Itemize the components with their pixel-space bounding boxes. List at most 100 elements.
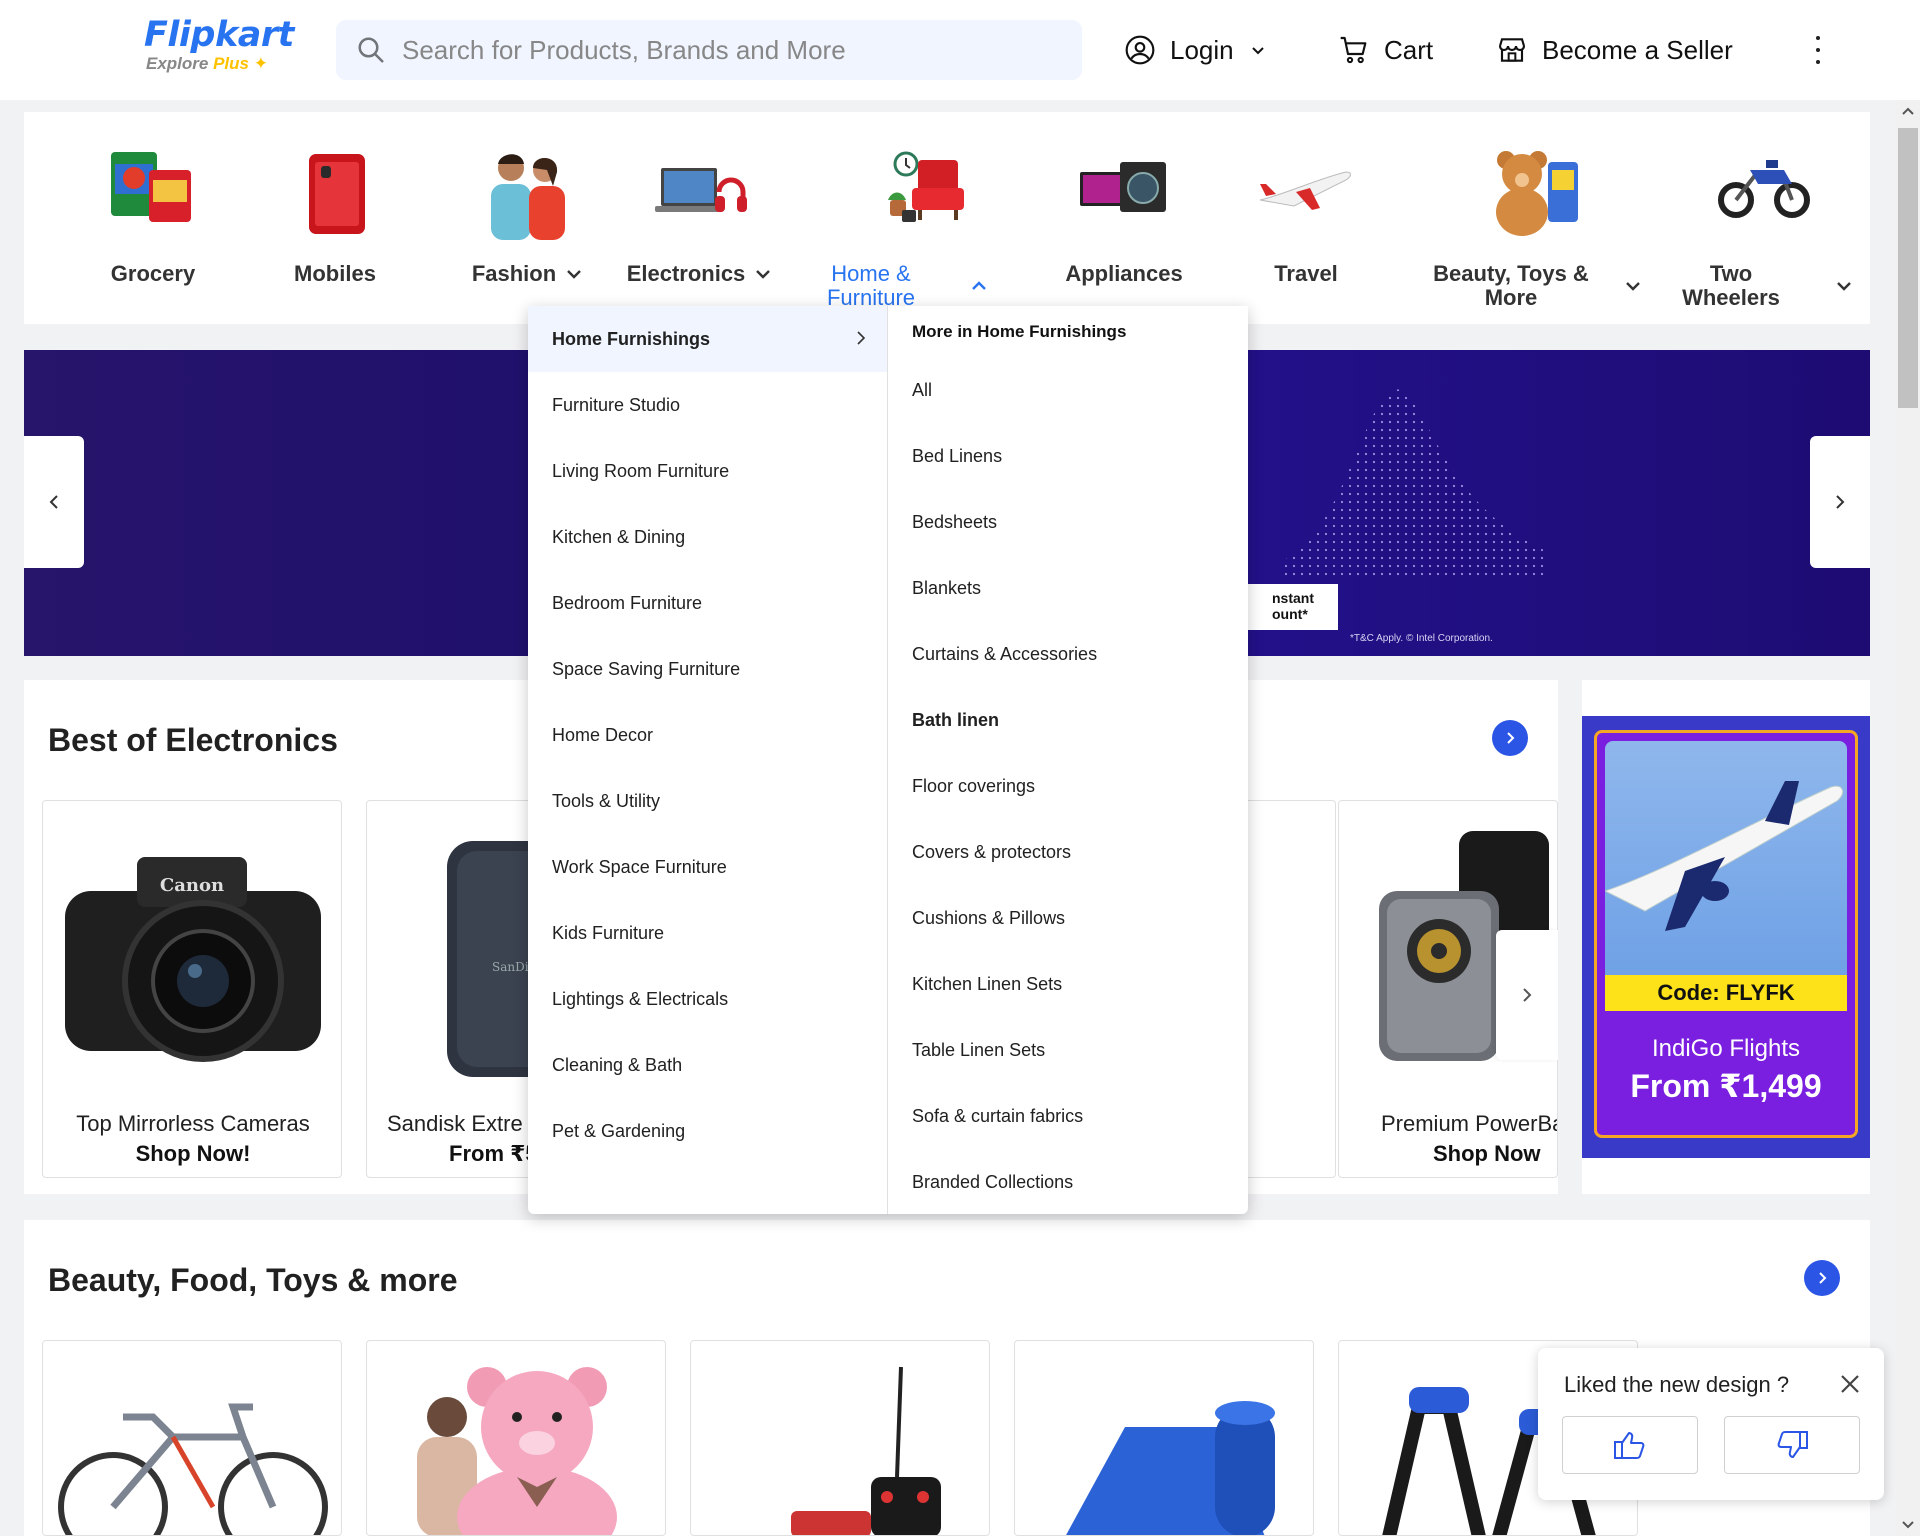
indigo-ad[interactable]: Code: FLYFK IndiGo Flights From ₹1,499 (1582, 680, 1870, 1194)
menu-item-label: Tools & Utility (552, 790, 661, 811)
category-label-text: Grocery (110, 261, 196, 286)
thumbs-down-icon (1777, 1431, 1808, 1458)
menu-item-label: Lightings & Electricals (552, 988, 729, 1009)
section-view-all-button[interactable] (1492, 720, 1528, 756)
yoga-mat-icon (1015, 1341, 1313, 1535)
menu-item-cleaning-bath[interactable]: Cleaning & Bath (528, 1032, 888, 1098)
submenu-item-cushions-pillows[interactable]: Cushions & Pillows (912, 908, 1065, 929)
category-mobiles[interactable]: Mobiles (260, 112, 410, 324)
product-card[interactable]: Canon Top Mirrorless Cameras Shop Now! (42, 800, 342, 1178)
search-input[interactable] (402, 34, 1042, 66)
menu-item-label: Furniture Studio (552, 394, 681, 415)
section-view-all-button[interactable] (1804, 1260, 1840, 1296)
submenu-item-curtains-accessories[interactable]: Curtains & Accessories (912, 644, 1097, 665)
chevron-up-icon (972, 281, 986, 290)
become-seller-button[interactable]: Become a Seller (1496, 30, 1733, 70)
mega-menu-divider (887, 306, 888, 1214)
chevron-down-icon (1626, 282, 1640, 291)
feedback-question: Liked the new design ? (1564, 1372, 1790, 1397)
menu-item-living-room-furniture[interactable]: Living Room Furniture (528, 438, 888, 504)
seller-label: Become a Seller (1542, 34, 1733, 65)
section-title: Best of Electronics (48, 722, 338, 758)
category-label-text: Two Wheelers (1682, 261, 1780, 310)
svg-text:Canon: Canon (160, 875, 224, 896)
carousel-next-button[interactable] (1496, 930, 1558, 1060)
menu-item-pet-gardening[interactable]: Pet & Gardening (528, 1098, 888, 1164)
submenu-item-floor-coverings[interactable]: Floor coverings (912, 776, 1035, 797)
submenu-item-covers-protectors[interactable]: Covers & protectors (912, 842, 1071, 863)
ad-headline: IndiGo Flights (1651, 1035, 1801, 1062)
search-icon[interactable] (356, 35, 386, 65)
page-scrollbar[interactable] (1896, 100, 1920, 1536)
cart-icon (1340, 36, 1367, 64)
menu-item-furniture-studio[interactable]: Furniture Studio (528, 372, 888, 438)
login-button[interactable]: Login (1124, 30, 1266, 70)
design-feedback-popup: Liked the new design ? (1538, 1348, 1884, 1500)
submenu-item-kitchen-linen-sets[interactable]: Kitchen Linen Sets (912, 974, 1062, 995)
ad-background: Code: FLYFK IndiGo Flights From ₹1,499 (1582, 716, 1870, 1158)
submenu-item-bath-linen[interactable]: Bath linen (912, 710, 999, 731)
menu-item-label: Home Furnishings (552, 328, 711, 349)
product-card[interactable] (42, 1340, 342, 1536)
banner-prev-button[interactable] (24, 436, 84, 568)
menu-item-home-furnishings[interactable]: Home Furnishings (528, 306, 888, 372)
thumbs-up-icon (1614, 1432, 1645, 1459)
category-label-text: Travel (1274, 261, 1338, 286)
logo-tagline-plus: Plus (213, 54, 249, 73)
armchair-icon (874, 140, 974, 240)
category-two-wheelers[interactable]: Two Wheelers (1664, 112, 1864, 324)
menu-item-kids-furniture[interactable]: Kids Furniture (528, 900, 888, 966)
category-label: Two Wheelers (1676, 262, 1852, 310)
category-fashion[interactable]: Fashion (432, 112, 622, 324)
thumbs-down-button[interactable] (1724, 1416, 1860, 1474)
search-bar[interactable] (336, 20, 1082, 80)
category-label: Beauty, Toys & More (1431, 262, 1641, 310)
motorcycle-icon (1714, 140, 1814, 240)
submenu-item-bed-linens[interactable]: Bed Linens (912, 446, 1002, 467)
menu-item-label: Kitchen & Dining (552, 526, 686, 547)
product-card[interactable] (1014, 1340, 1314, 1536)
close-icon[interactable] (1838, 1372, 1862, 1396)
category-beauty-toys[interactable]: Beauty, Toys & More (1416, 112, 1656, 324)
cart-label: Cart (1384, 34, 1434, 65)
submenu-heading: More in Home Furnishings (912, 322, 1127, 341)
login-label: Login (1170, 34, 1234, 65)
mega-menu-left-column: Home Furnishings Furniture Studio Living… (528, 306, 888, 1214)
menu-item-lightings-electricals[interactable]: Lightings & Electricals (528, 966, 888, 1032)
product-name: Premium PowerBa (1381, 1111, 1558, 1136)
submenu-item-blankets[interactable]: Blankets (912, 578, 981, 599)
product-cta: Shop Now! (135, 1141, 251, 1166)
submenu-item-all[interactable]: All (912, 380, 932, 401)
category-label: Fashion (472, 262, 582, 286)
submenu-item-branded-collections[interactable]: Branded Collections (912, 1172, 1073, 1193)
flipkart-logo[interactable]: Flipkart Explore Plus ✦ (144, 16, 294, 80)
menu-item-space-saving-furniture[interactable]: Space Saving Furniture (528, 636, 888, 702)
submenu-item-bedsheets[interactable]: Bedsheets (912, 512, 997, 533)
category-grocery[interactable]: Grocery (78, 112, 228, 324)
scroll-down-icon[interactable] (1901, 1518, 1915, 1532)
product-card[interactable] (366, 1340, 666, 1536)
submenu-item-sofa-curtain-fabrics[interactable]: Sofa & curtain fabrics (912, 1106, 1083, 1127)
category-label-text: Mobiles (294, 261, 376, 286)
banner-next-button[interactable] (1810, 436, 1870, 568)
category-travel[interactable]: Travel (1216, 112, 1396, 324)
wave-dots-graphic (1284, 389, 1544, 580)
menu-item-home-decor[interactable]: Home Decor (528, 702, 888, 768)
more-options-icon[interactable] (1806, 32, 1830, 68)
scroll-up-icon[interactable] (1901, 104, 1915, 118)
submenu-item-table-linen-sets[interactable]: Table Linen Sets (912, 1040, 1045, 1061)
product-card[interactable] (690, 1340, 990, 1536)
scrollbar-thumb[interactable] (1898, 128, 1918, 408)
menu-item-tools-utility[interactable]: Tools & Utility (528, 768, 888, 834)
category-electronics[interactable]: Electronics (604, 112, 794, 324)
product-name: Top Mirrorless Cameras (76, 1111, 310, 1136)
menu-item-kitchen-dining[interactable]: Kitchen & Dining (528, 504, 888, 570)
thumbs-up-button[interactable] (1562, 1416, 1698, 1474)
ad-price: From ₹1,499 (1630, 1068, 1822, 1104)
category-home-furniture[interactable]: Home & Furniture (824, 112, 1024, 324)
cart-button[interactable]: Cart (1338, 30, 1433, 70)
category-appliances[interactable]: Appliances (1034, 112, 1214, 324)
category-label: Mobiles (294, 262, 376, 286)
menu-item-bedroom-furniture[interactable]: Bedroom Furniture (528, 570, 888, 636)
menu-item-work-space-furniture[interactable]: Work Space Furniture (528, 834, 888, 900)
